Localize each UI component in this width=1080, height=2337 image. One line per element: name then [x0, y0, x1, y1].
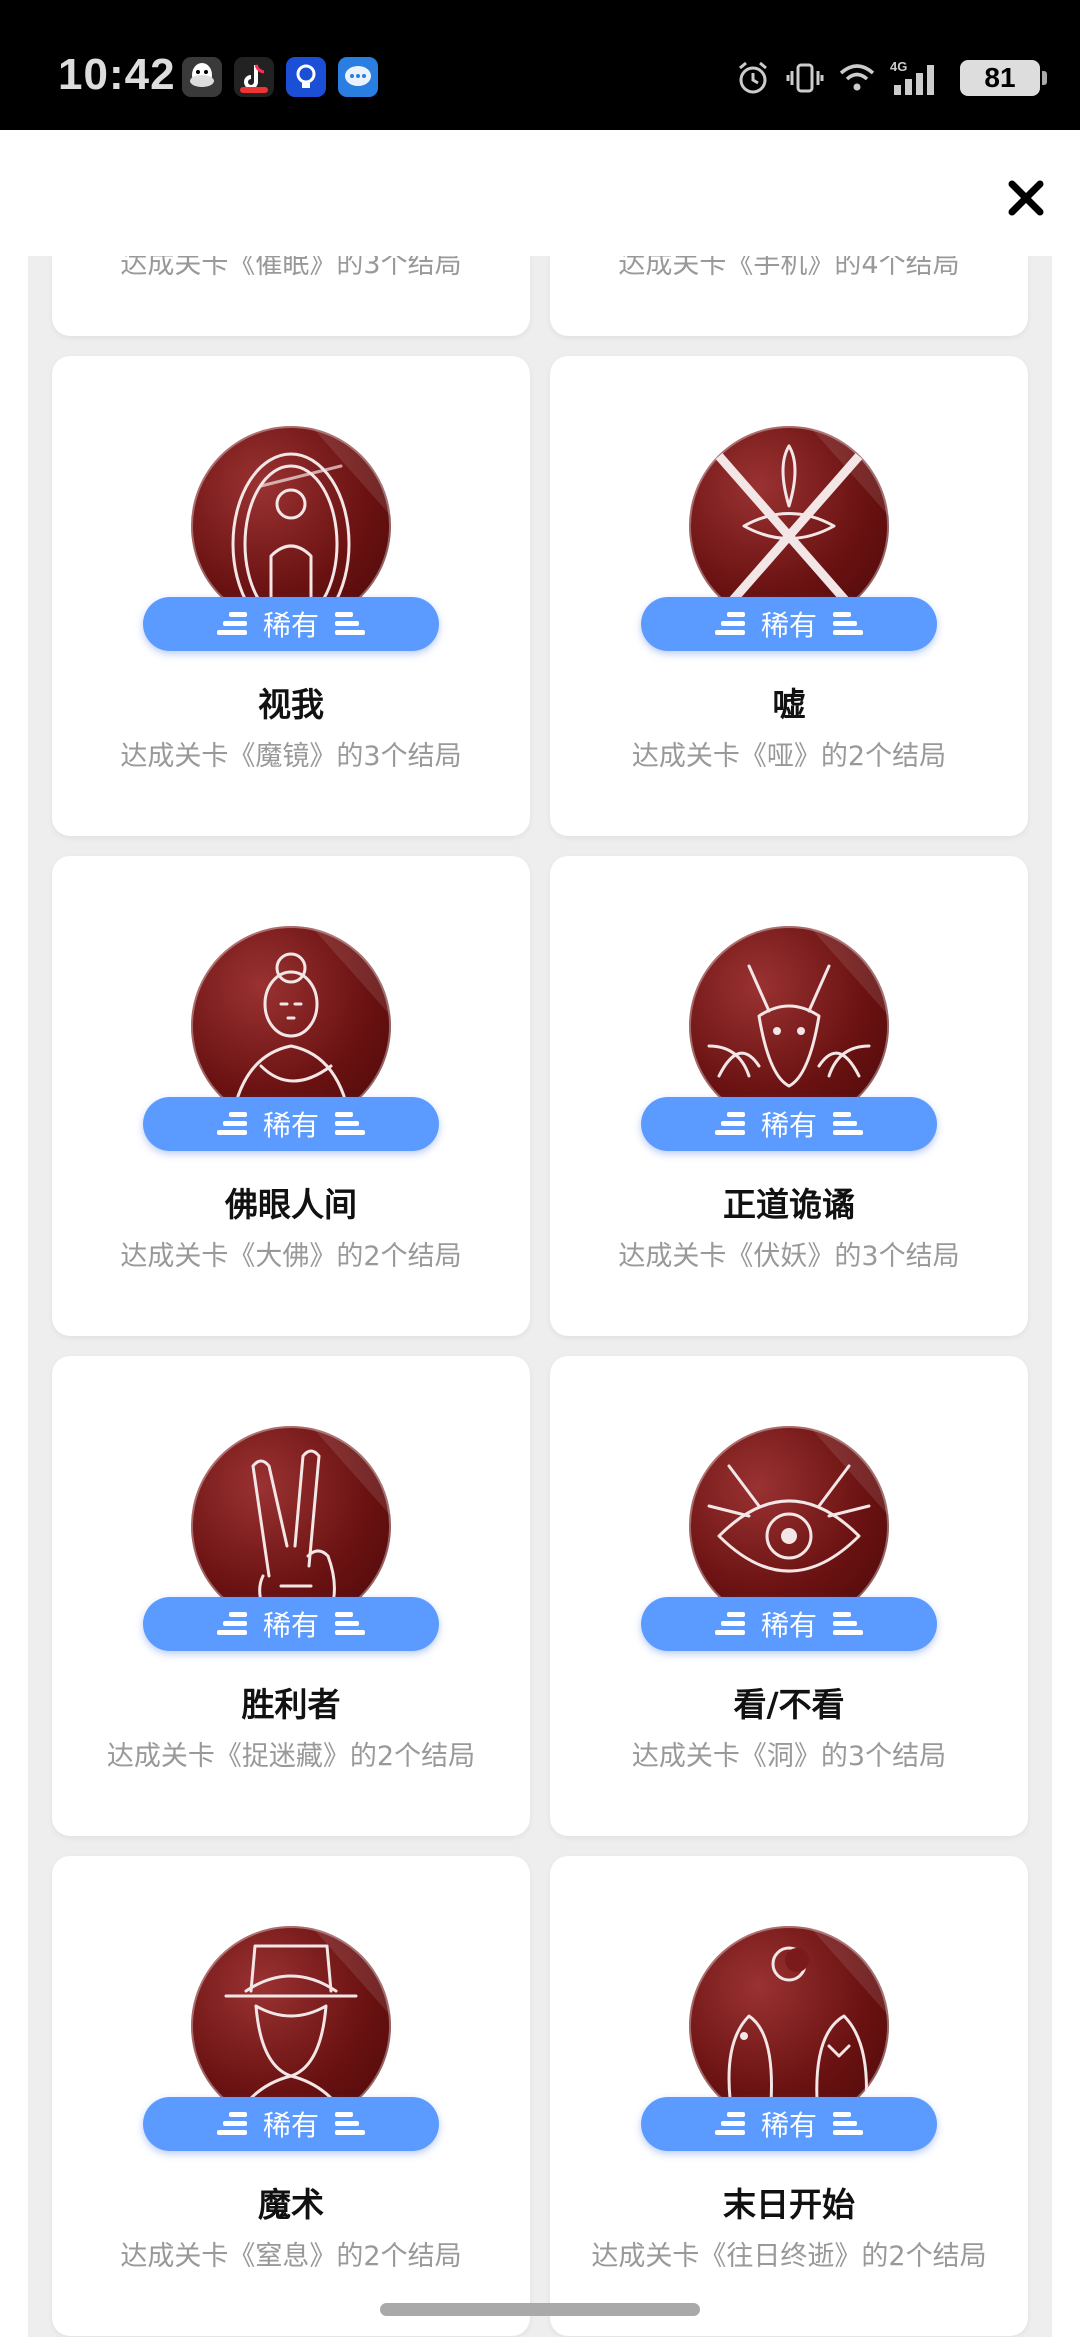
achievement-card[interactable]: 稀有 嘘 达成关卡《哑》的2个结局 — [550, 356, 1028, 836]
achievement-desc: 达成关卡《哑》的2个结局 — [631, 741, 947, 772]
achievement-title: 末日开始 — [723, 2185, 855, 2224]
rarity-bars-icon — [335, 2112, 365, 2135]
svg-text:4G: 4G — [890, 59, 907, 74]
vibrate-icon — [786, 59, 824, 97]
buddha-emblem-icon — [191, 926, 391, 1126]
message-icon — [338, 57, 378, 97]
tiktok-icon — [234, 57, 274, 97]
rarity-label: 稀有 — [760, 1609, 817, 1642]
achievement-card[interactable]: 稀有 正道诡谲 达成关卡《伏妖》的3个结局 — [550, 856, 1028, 1336]
rarity-badge: 稀有 — [641, 1597, 937, 1651]
close-icon — [1008, 180, 1044, 216]
achievement-desc: 达成关卡《伏妖》的3个结局 — [618, 1241, 960, 1272]
achievement-card-partial[interactable]: 达成关卡《手机》的4个结局 — [550, 256, 1028, 336]
qq-icon — [182, 57, 222, 97]
achievement-title: 看/不看 — [733, 1685, 845, 1724]
ghosts-moon-emblem-icon — [689, 1926, 889, 2126]
rarity-label: 稀有 — [760, 609, 817, 642]
achievement-desc: 达成关卡《魔镜》的3个结局 — [120, 741, 462, 772]
rarity-badge: 稀有 — [641, 2097, 937, 2151]
achievement-card[interactable]: 稀有 佛眼人间 达成关卡《大佛》的2个结局 — [52, 856, 530, 1336]
battery-indicator: 81 — [960, 60, 1047, 96]
rarity-label: 稀有 — [760, 2109, 817, 2142]
achievement-list[interactable]: 达成关卡《催眠》的3个结局 达成关卡《手机》的4个结局 稀有 视我 达成关卡《魔… — [28, 256, 1052, 2337]
rarity-bars-icon — [714, 612, 745, 635]
achievement-desc: 达成关卡《手机》的4个结局 — [618, 256, 960, 280]
rarity-bars-icon — [833, 2112, 863, 2135]
achievement-desc: 达成关卡《捉迷藏》的2个结局 — [106, 1741, 476, 1772]
eye-emblem-icon — [689, 1426, 889, 1626]
alarm-icon — [734, 59, 772, 97]
rarity-bars-icon — [216, 1612, 247, 1635]
rarity-badge: 稀有 — [143, 1097, 439, 1151]
rarity-label: 稀有 — [760, 1109, 817, 1142]
status-bar: 10:42 4G 81 — [0, 0, 1080, 130]
achievement-card[interactable]: 稀有 魔术 达成关卡《窒息》的2个结局 — [52, 1856, 530, 2336]
rarity-badge: 稀有 — [641, 597, 937, 651]
wifi-icon — [838, 59, 876, 97]
achievement-title: 正道诡谲 — [723, 1185, 855, 1224]
achievement-card[interactable]: 稀有 视我 达成关卡《魔镜》的3个结局 — [52, 356, 530, 836]
rarity-badge: 稀有 — [143, 1597, 439, 1651]
rarity-label: 稀有 — [262, 1109, 319, 1142]
rarity-bars-icon — [833, 1612, 863, 1635]
signal-icon: 4G — [890, 59, 946, 97]
achievement-card-partial[interactable]: 达成关卡《催眠》的3个结局 — [52, 256, 530, 336]
achievement-title: 佛眼人间 — [225, 1185, 357, 1224]
rarity-badge: 稀有 — [641, 1097, 937, 1151]
victory-hand-emblem-icon — [191, 1426, 391, 1626]
home-indicator[interactable] — [380, 2303, 700, 2316]
crossed-mouth-emblem-icon — [689, 426, 889, 626]
rarity-badge: 稀有 — [143, 597, 439, 651]
bulb-app-icon — [286, 57, 326, 97]
rarity-bars-icon — [335, 1612, 365, 1635]
magician-emblem-icon — [191, 1926, 391, 2126]
achievement-card[interactable]: 稀有 末日开始 达成关卡《往日终逝》的2个结局 — [550, 1856, 1028, 2336]
rarity-bars-icon — [714, 1112, 745, 1135]
rarity-label: 稀有 — [262, 609, 319, 642]
rarity-badge: 稀有 — [143, 2097, 439, 2151]
rarity-bars-icon — [216, 1112, 247, 1135]
rarity-bars-icon — [216, 2112, 247, 2135]
rarity-bars-icon — [216, 612, 247, 635]
rarity-label: 稀有 — [262, 2109, 319, 2142]
status-time: 10:42 — [58, 50, 176, 99]
achievement-card[interactable]: 稀有 看/不看 达成关卡《洞》的3个结局 — [550, 1356, 1028, 1836]
rarity-bars-icon — [714, 2112, 745, 2135]
achievement-desc: 达成关卡《大佛》的2个结局 — [120, 1241, 462, 1272]
close-button[interactable] — [1002, 174, 1050, 222]
achievement-desc: 达成关卡《窒息》的2个结局 — [120, 2241, 462, 2272]
achievement-desc: 达成关卡《催眠》的3个结局 — [120, 256, 462, 280]
mirror-emblem-icon — [191, 426, 391, 626]
header — [0, 130, 1080, 256]
rarity-label: 稀有 — [262, 1609, 319, 1642]
achievement-title: 嘘 — [772, 685, 806, 724]
achievement-title: 魔术 — [258, 2185, 324, 2224]
rarity-bars-icon — [833, 612, 863, 635]
achievement-card[interactable]: 稀有 胜利者 达成关卡《捉迷藏》的2个结局 — [52, 1356, 530, 1836]
fox-demon-emblem-icon — [689, 926, 889, 1126]
rarity-bars-icon — [833, 1112, 863, 1135]
achievement-desc: 达成关卡《往日终逝》的2个结局 — [591, 2241, 987, 2272]
achievement-title: 视我 — [258, 685, 324, 724]
achievement-title: 胜利者 — [241, 1685, 341, 1724]
rarity-bars-icon — [335, 1112, 365, 1135]
rarity-bars-icon — [335, 612, 365, 635]
achievement-desc: 达成关卡《洞》的3个结局 — [631, 1741, 947, 1772]
rarity-bars-icon — [714, 1612, 745, 1635]
